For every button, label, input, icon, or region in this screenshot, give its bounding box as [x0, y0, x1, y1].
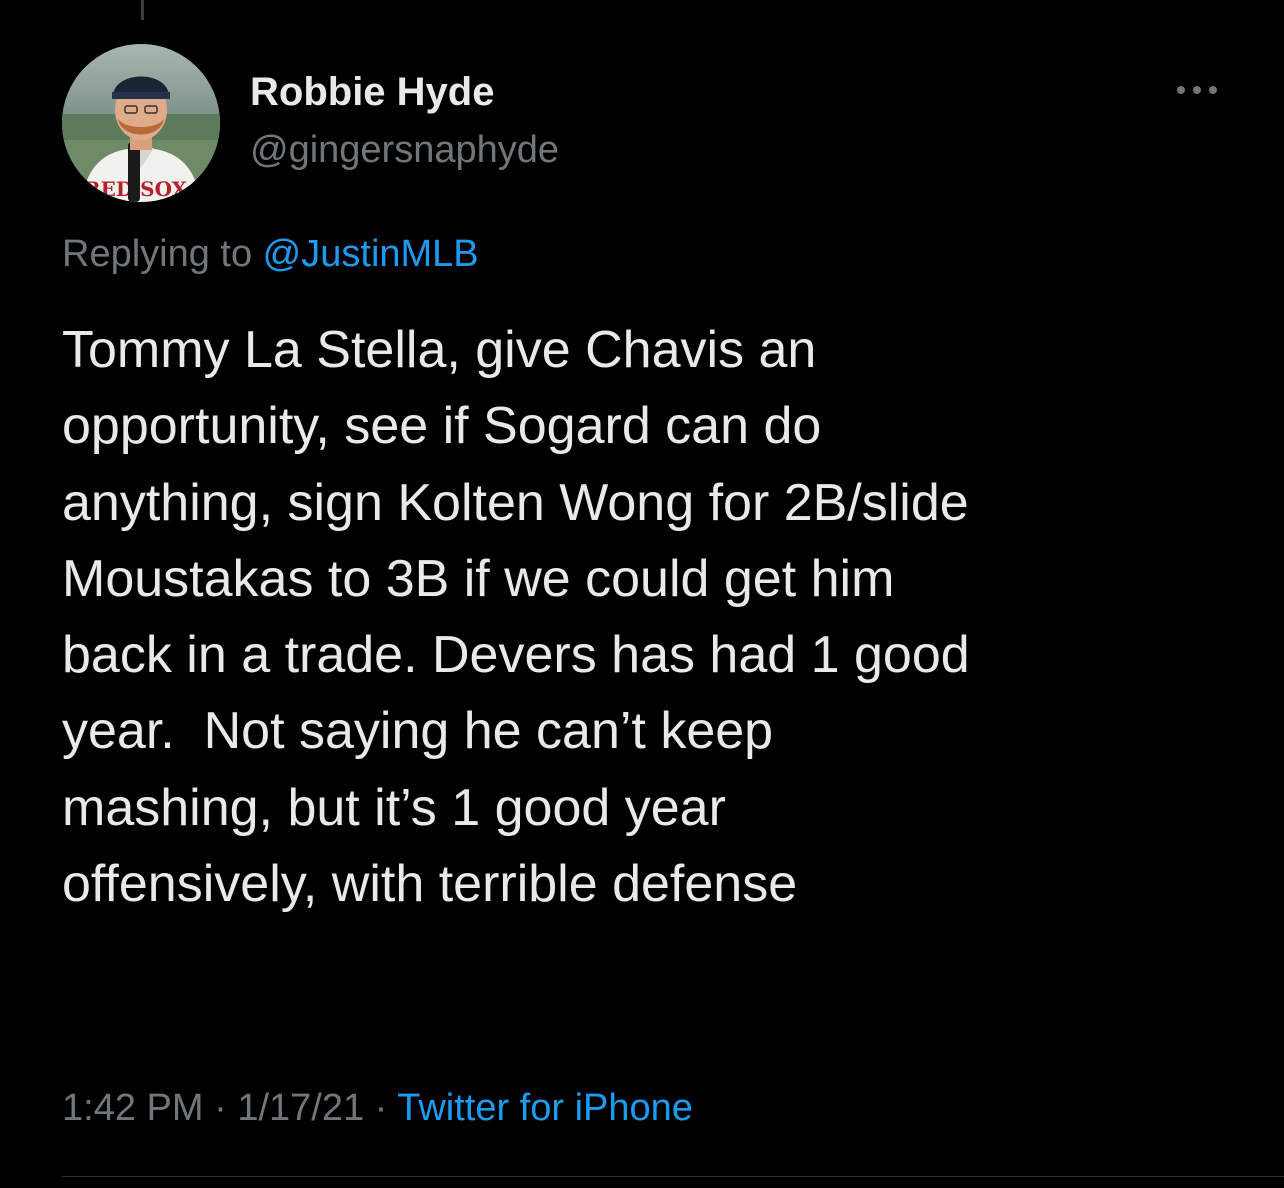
avatar-photo: RED SOX [62, 44, 220, 202]
author-display-name[interactable]: Robbie Hyde [250, 68, 494, 116]
tweet-source-link[interactable]: Twitter for iPhone [397, 1087, 693, 1129]
meta-separator: · [364, 1087, 398, 1129]
tweet-text: Tommy La Stella, give Chavis an opportun… [62, 321, 970, 914]
ellipsis-icon[interactable] [1172, 80, 1222, 100]
tweet-metadata: 1:42 PM · 1/17/21 · Twitter for iPhone [62, 1084, 693, 1132]
author-handle[interactable]: @gingersnaphyde [250, 126, 559, 174]
tweet-time[interactable]: 1:42 PM [62, 1087, 204, 1129]
divider [62, 1176, 1284, 1177]
replying-to-label: Replying to [62, 233, 263, 275]
replying-to-line: Replying to @JustinMLB [62, 230, 479, 278]
meta-separator: · [203, 1087, 238, 1129]
thread-connector-line [141, 0, 144, 20]
mention-link[interactable]: @JustinMLB [263, 233, 479, 275]
avatar[interactable]: RED SOX [62, 44, 220, 202]
tweet-date[interactable]: 1/17/21 [237, 1087, 364, 1129]
